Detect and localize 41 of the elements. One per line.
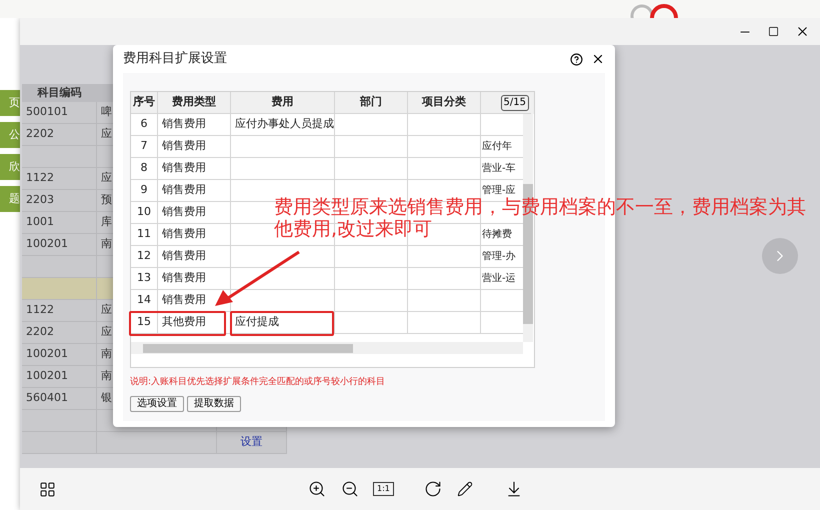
- note-text: 说明:入账科目优先选择扩展条件完全匹配的或序号较小行的科目: [130, 376, 386, 389]
- maximize-icon[interactable]: [768, 26, 779, 37]
- table-cell-text: 银: [101, 390, 112, 406]
- dialog-title: 费用科目扩展设置: [123, 50, 227, 68]
- table-cell-text: 100201: [26, 236, 68, 252]
- table-cell-text: 库: [101, 214, 112, 230]
- table-cell: 14: [131, 290, 158, 312]
- table-cell-text: 预: [101, 192, 112, 208]
- table-cell-text: 南: [101, 346, 112, 362]
- table-cell-text: 1122: [26, 302, 54, 318]
- annotation-text: 他费用,改过来即可: [274, 218, 432, 240]
- horizontal-scrollbar[interactable]: [131, 342, 523, 354]
- dialog-button[interactable]: 提取数据: [187, 396, 241, 412]
- table-cell-text: 应: [101, 324, 112, 340]
- rotate-icon[interactable]: [424, 480, 442, 498]
- help-icon[interactable]: [570, 52, 583, 66]
- table-cell-text: 2202: [26, 324, 54, 340]
- close-icon[interactable]: [591, 52, 605, 66]
- table-cell-text: 南: [101, 236, 112, 252]
- table-cell-text: 100201: [26, 346, 68, 362]
- table-cell-text: 南: [101, 368, 112, 384]
- table-cell-text: 应: [101, 126, 112, 142]
- table-cell-text: 啤: [101, 104, 112, 120]
- dialog-button[interactable]: 选项设置: [130, 396, 184, 412]
- table-cell-text: 560401: [26, 390, 68, 406]
- page-badge: 5/15: [500, 94, 529, 110]
- table-cell-text: 100201: [26, 368, 68, 384]
- column-header: 科目编码: [36, 84, 82, 101]
- table-cell-text: 1001: [26, 214, 54, 230]
- settings-link[interactable]: 设置: [240, 434, 262, 451]
- pencil-icon[interactable]: [456, 481, 473, 497]
- actual-size-button[interactable]: 1:1: [373, 482, 394, 496]
- zoom-in-icon[interactable]: [308, 480, 326, 498]
- table-cell-text: 2202: [26, 126, 54, 142]
- zoom-out-icon[interactable]: [341, 480, 359, 498]
- table-cell-text: 1122: [26, 170, 54, 186]
- grid-icon[interactable]: [39, 480, 56, 498]
- table-cell-text: 500101: [26, 104, 68, 120]
- table-cell-text: 应: [101, 302, 112, 318]
- table-cell-text: 应: [101, 170, 112, 186]
- table-cell-text: 2203: [26, 192, 54, 208]
